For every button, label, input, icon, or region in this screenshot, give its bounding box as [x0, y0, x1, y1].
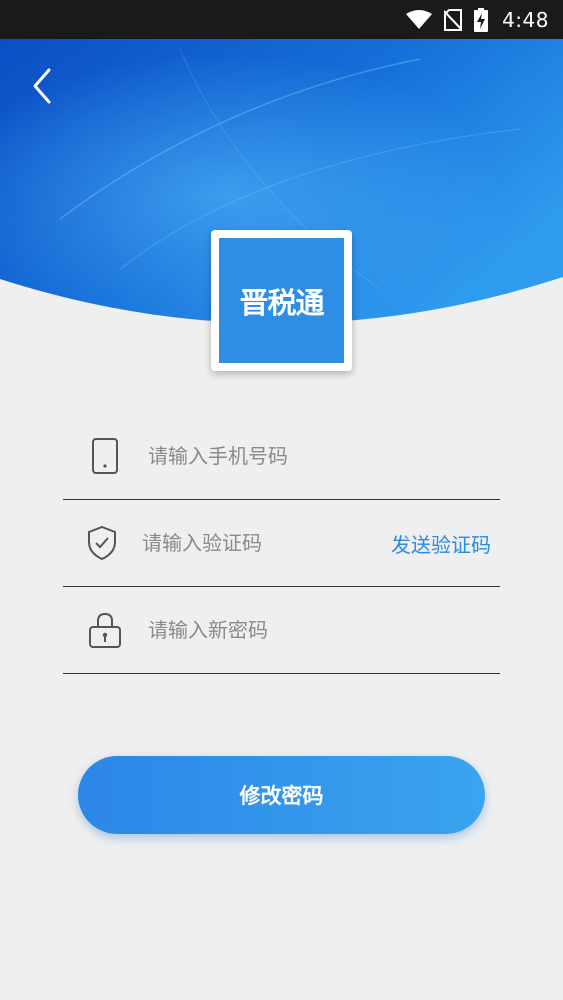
battery-charging-icon	[474, 7, 489, 32]
password-row	[63, 587, 500, 674]
wifi-icon	[406, 9, 433, 30]
reset-password-form: 发送验证码	[63, 413, 500, 674]
chevron-left-icon	[33, 68, 51, 104]
change-password-button[interactable]: 修改密码	[78, 756, 485, 834]
phone-row	[63, 413, 500, 500]
code-row: 发送验证码	[63, 500, 500, 587]
shield-check-icon	[85, 523, 119, 563]
phone-input[interactable]	[148, 444, 500, 468]
phone-icon	[85, 436, 125, 476]
no-sim-icon	[444, 8, 463, 31]
screen: 4:48 晋税通 请输入手机号码 请输入验证码 发送验证码 修改密码	[0, 0, 563, 1000]
new-password-input[interactable]	[148, 618, 500, 642]
send-code-button[interactable]: 发送验证码	[391, 529, 491, 558]
app-logo: 晋税通	[211, 230, 352, 371]
back-button[interactable]	[22, 64, 62, 108]
logo-text: 晋税通	[219, 238, 344, 363]
status-time: 4:48	[502, 7, 549, 32]
lock-icon	[85, 610, 125, 650]
status-bar: 4:48	[0, 0, 563, 39]
verification-code-input[interactable]	[142, 531, 391, 555]
